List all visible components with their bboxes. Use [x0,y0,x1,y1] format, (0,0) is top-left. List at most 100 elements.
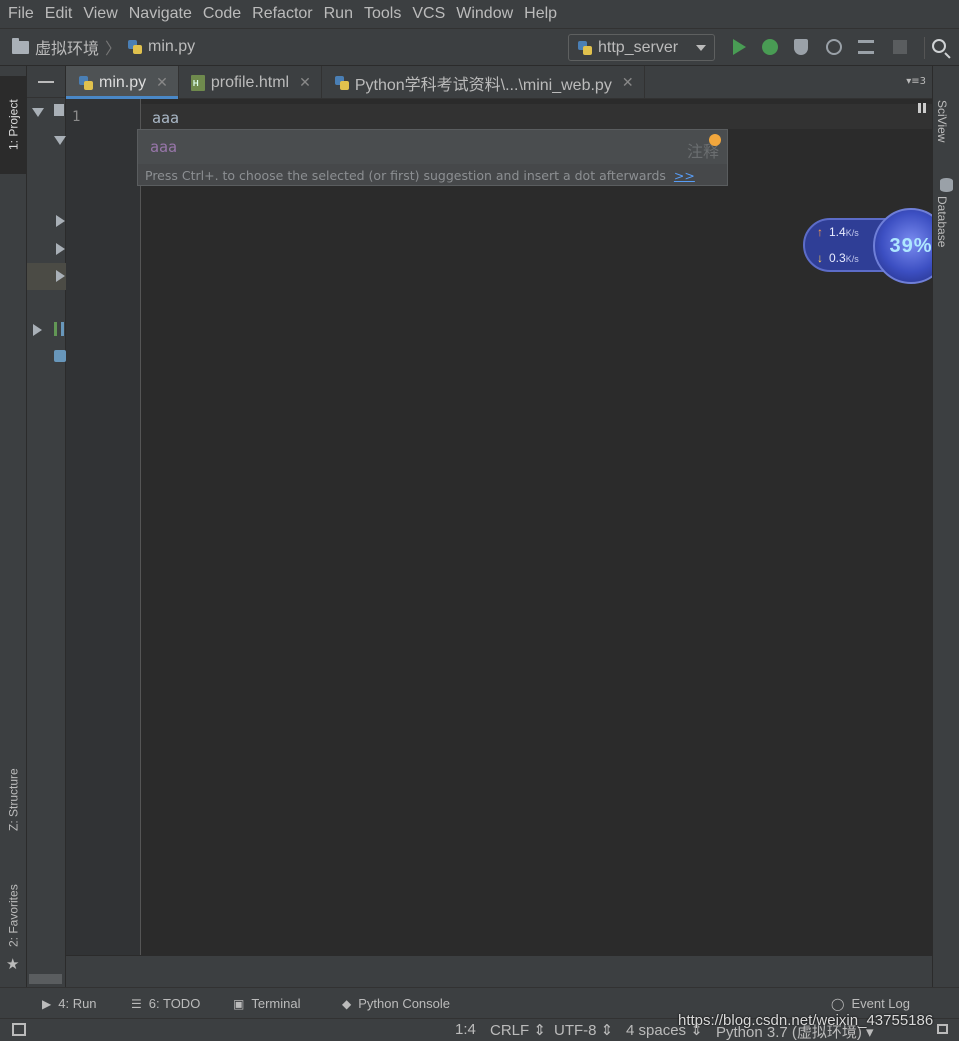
lock-icon[interactable] [937,1024,948,1034]
pause-icon[interactable] [918,103,926,113]
left-tool-strip: 1: Project Z: Structure 2: Favorites [0,66,27,987]
status-caret-position[interactable]: 1:4 [455,1021,476,1038]
tab-favorites[interactable]: 2: Favorites [0,876,27,956]
tree-collapse-icon[interactable] [56,215,65,227]
tree-collapse-icon[interactable] [56,243,65,255]
menu-code[interactable]: Code [199,5,245,23]
completion-item-text: aaa [150,138,178,156]
toolbar-divider [924,37,925,59]
database-icon [940,178,953,192]
tab-todo[interactable]: ☰ 6: TODO [131,996,200,1011]
tab-overflow-count: 3 [919,76,926,87]
upload-speed-unit: K/s [845,228,859,238]
completion-hint-text: Press Ctrl+. to choose the selected (or … [145,168,666,183]
tab-mini-web-py[interactable]: Python学科考试资料\...\mini_web.py ✕ [322,66,645,99]
project-panel [27,66,66,987]
close-icon[interactable]: ✕ [299,74,311,91]
project-panel-header [27,66,65,98]
tab-run[interactable]: ▶ 4: Run [42,996,97,1011]
tree-collapse-icon[interactable] [56,270,65,282]
library-icon [54,322,64,336]
breadcrumb-file-label: min.py [148,38,196,55]
menu-tools[interactable]: Tools [360,5,405,23]
menu-help[interactable]: Help [520,5,561,23]
tab-sciview-label: SciView [935,100,949,143]
collapse-icon[interactable] [38,81,54,83]
run-configuration-select[interactable]: http_server [568,34,715,61]
tab-structure-label: Z: Structure [6,768,21,832]
tab-min-py[interactable]: min.py ✕ [66,66,179,99]
tab-structure[interactable]: Z: Structure [0,751,27,849]
run-configuration-label: http_server [598,38,679,56]
tree-expand-icon[interactable] [32,108,44,117]
profile-icon[interactable] [826,39,842,55]
breadcrumb-separator: 〉 [105,39,122,58]
tree-collapse-icon[interactable] [33,324,42,336]
tab-project[interactable]: 1: Project [0,76,27,174]
python-file-icon [78,75,94,91]
completion-item[interactable]: aaa 注释 [138,130,727,164]
upload-speed: ↑ 1.4K/s [817,225,859,239]
tab-label: profile.html [210,73,290,91]
menu-navigate[interactable]: Navigate [125,5,196,23]
coverage-icon[interactable] [794,39,808,55]
tab-python-console[interactable]: ◆ Python Console [342,996,450,1011]
menu-run[interactable]: Run [320,5,357,23]
code-editor[interactable]: 1 aaa [66,99,932,955]
run-icon[interactable] [733,39,746,55]
tab-terminal[interactable]: ▣ Terminal [233,996,300,1011]
menu-edit[interactable]: Edit [41,5,77,23]
scratches-icon [54,350,66,362]
debug-icon[interactable] [762,39,778,55]
tab-event-log[interactable]: ◯ Event Log [831,996,910,1011]
completion-hint: Press Ctrl+. to choose the selected (or … [145,168,695,183]
memory-usage-percent: 39% [889,234,933,257]
lightbulb-icon[interactable] [709,134,721,146]
build-icon[interactable] [858,40,874,54]
menu-vcs[interactable]: VCS [408,5,449,23]
tab-favorites-label: 2: Favorites [6,884,21,948]
menu-view[interactable]: View [79,5,121,23]
status-line-separator[interactable]: CRLF ⇕ [490,1021,546,1039]
tab-project-label: 1: Project [6,99,21,151]
tab-python-console-label: Python Console [358,996,451,1011]
menu-refactor[interactable]: Refactor [248,5,316,23]
tree-row-selected[interactable] [27,263,66,290]
python-console-icon: ◆ [342,996,352,1011]
menu-bar: File Edit View Navigate Code Refactor Ru… [0,0,959,29]
horizontal-scrollbar[interactable] [29,974,62,984]
breadcrumb-project-label: 虚拟环境 [35,41,100,58]
terminal-icon: ▣ [233,996,245,1011]
list-icon: ☰ [131,996,142,1011]
tree-expand-icon[interactable] [54,136,66,145]
current-line-highlight [141,104,932,129]
menu-window[interactable]: Window [452,5,517,23]
tab-database[interactable]: Database [935,196,949,247]
tab-overflow-menu[interactable]: ▾≡3 [906,76,926,87]
tab-database-label: Database [935,196,949,248]
tab-todo-label: 6: TODO [148,996,201,1011]
stop-icon[interactable] [893,40,907,54]
breadcrumb-file[interactable]: min.py [127,38,195,56]
status-encoding[interactable]: UTF-8 ⇕ [554,1021,613,1039]
python-file-icon [127,39,143,55]
completion-hint-link[interactable]: >> [674,168,695,183]
code-text[interactable]: aaa [152,109,179,127]
close-icon[interactable]: ✕ [622,74,634,91]
editor-horizontal-bar [66,955,932,987]
breadcrumb-project[interactable]: 虚拟环境 [12,35,99,59]
arrow-down-icon: ↓ [817,251,823,265]
menu-file[interactable]: File [4,5,38,23]
completion-popup: aaa 注释 Press Ctrl+. to choose the select… [137,129,728,186]
close-icon[interactable]: ✕ [156,74,168,91]
python-file-icon [334,75,350,91]
tab-profile-html[interactable]: profile.html ✕ [179,66,322,99]
upload-speed-value: 1.4 [829,225,846,239]
toggle-tool-windows-icon[interactable] [12,1023,26,1036]
search-icon[interactable] [932,39,946,53]
play-icon: ▶ [42,996,52,1011]
tab-sciview[interactable]: SciView [935,100,949,142]
tab-terminal-label: Terminal [251,996,301,1011]
folder-icon [54,104,64,116]
download-speed: ↓ 0.3K/s [817,251,859,265]
